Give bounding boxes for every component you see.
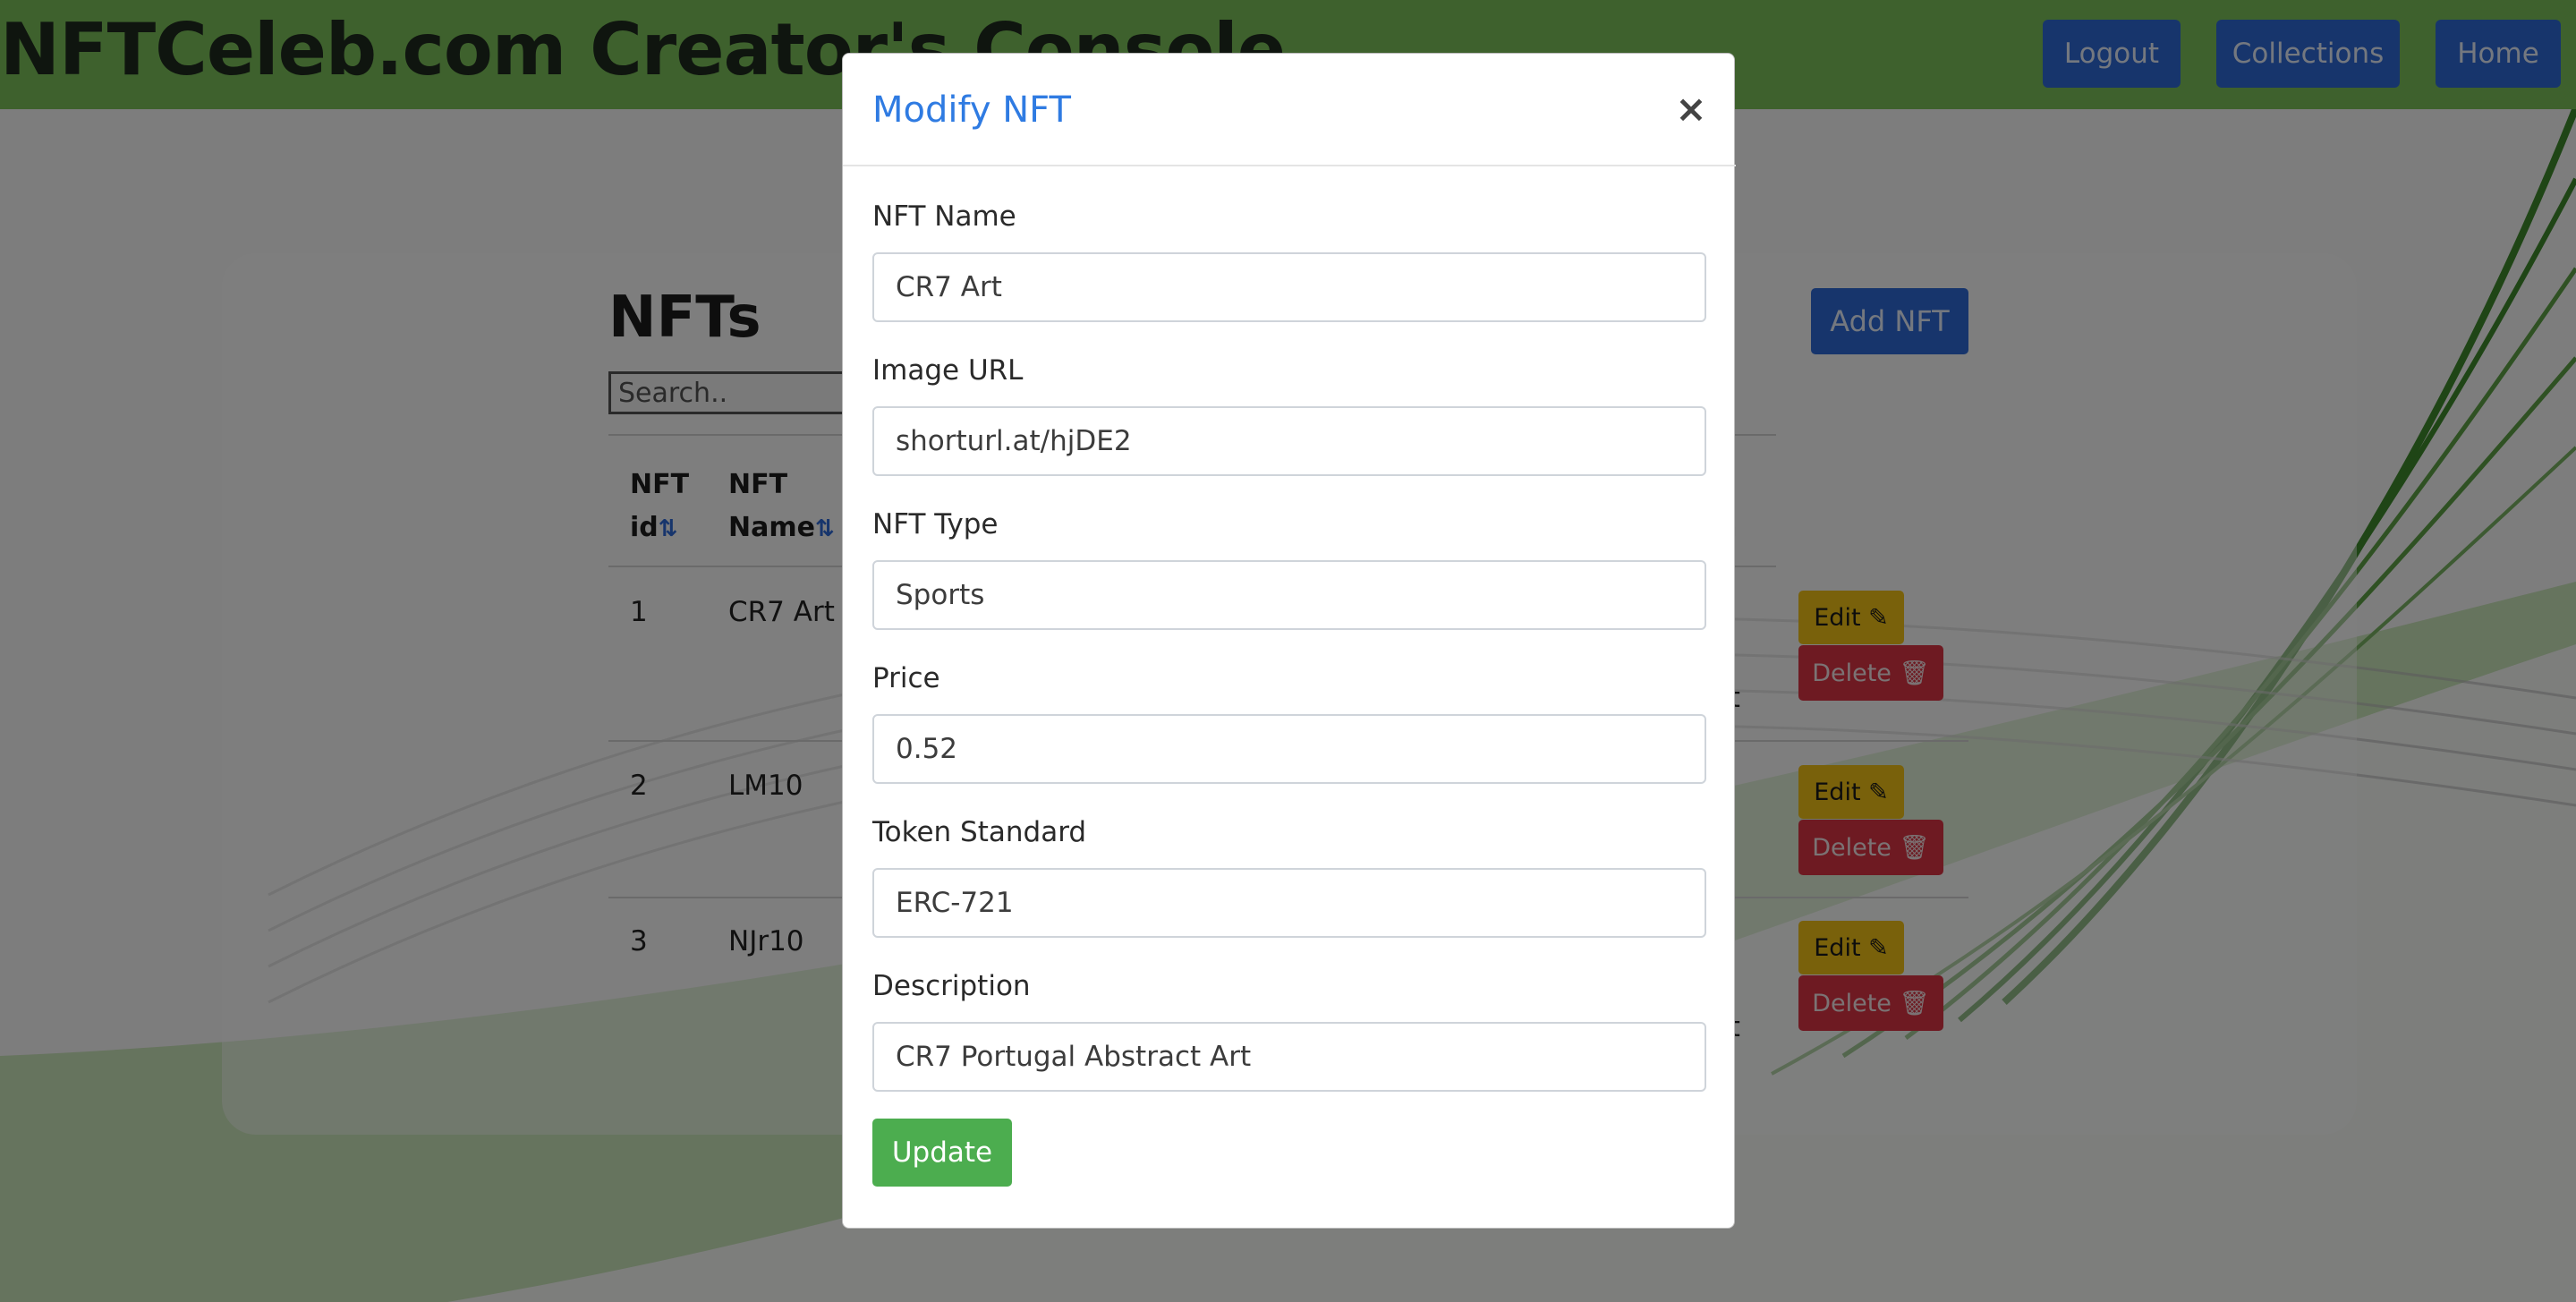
modal-title: Modify NFT <box>872 89 1071 131</box>
nft-name-input[interactable] <box>872 252 1706 322</box>
description-input[interactable] <box>872 1022 1706 1092</box>
nft-type-input[interactable] <box>872 560 1706 630</box>
nft-type-label: NFT Type <box>872 508 999 540</box>
image-url-label: Image URL <box>872 354 1024 387</box>
price-input[interactable] <box>872 714 1706 784</box>
nft-name-label: NFT Name <box>872 200 1016 233</box>
token-standard-label: Token Standard <box>872 816 1087 848</box>
update-button[interactable]: Update <box>872 1119 1012 1187</box>
close-icon[interactable]: × <box>1673 88 1709 131</box>
image-url-input[interactable] <box>872 406 1706 476</box>
modify-nft-modal: Modify NFT × NFT Name Image URL NFT Type… <box>842 53 1736 1229</box>
description-label: Description <box>872 970 1031 1002</box>
token-standard-input[interactable] <box>872 868 1706 938</box>
modal-header: Modify NFT × <box>843 54 1736 166</box>
price-label: Price <box>872 662 940 694</box>
